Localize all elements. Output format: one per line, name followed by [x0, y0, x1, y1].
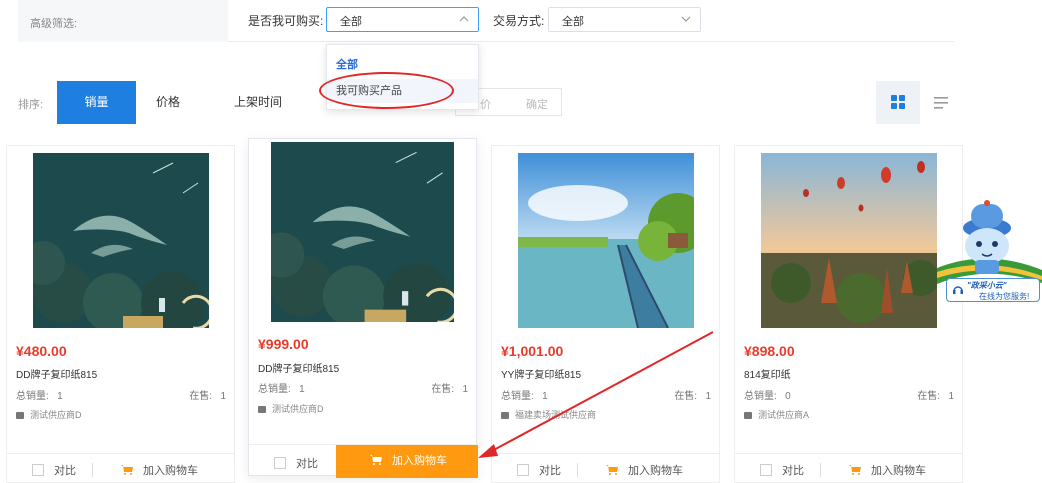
total-sales: 总销量: 1 [501, 391, 548, 402]
can-buy-select[interactable]: 全部 [326, 7, 479, 32]
divider [820, 463, 821, 477]
trade-method-select[interactable]: 全部 [548, 7, 701, 32]
price-range-input[interactable]: 价 [480, 96, 491, 112]
add-to-cart-button[interactable]: 加入购物车 [336, 445, 478, 478]
sort-label: 排序: [18, 99, 44, 111]
checkbox-icon [32, 464, 44, 476]
product-name[interactable]: DD牌子复印纸815 [16, 366, 97, 381]
card-footer: 对比 加入购物车 [735, 453, 962, 483]
card-footer: 对比 加入购物车 [7, 453, 234, 483]
total-sales: 总销量: 0 [744, 391, 791, 402]
trade-method-select-value: 全部 [562, 16, 584, 28]
product-card[interactable]: ¥1,001.00 YY牌子复印纸815 总销量: 1 在售: 1 福建卖场测试… [491, 145, 720, 483]
supplier-name[interactable]: 测试供应商D [258, 402, 324, 415]
product-image-balloons[interactable] [761, 153, 937, 328]
compare-checkbox[interactable]: 对比 [274, 455, 318, 471]
product-name[interactable]: YY牌子复印纸815 [501, 366, 581, 381]
mascot-name: "政采小云" [967, 281, 1007, 290]
advanced-filter-bar: 高级筛选: 是否我可购买: 全部 交易方式: 全部 [18, 0, 954, 42]
product-price: ¥999.00 [258, 336, 309, 352]
compare-checkbox[interactable]: 对比 [517, 462, 561, 478]
cart-icon [370, 455, 382, 465]
product-image-boardwalk[interactable] [518, 153, 694, 328]
list-view-icon[interactable] [932, 94, 950, 112]
cart-icon [606, 465, 618, 475]
cart-icon [121, 465, 133, 475]
on-sale-count: 在售: 1 [674, 391, 711, 402]
sort-by-price-button[interactable]: 价格 [140, 81, 196, 124]
product-price: ¥898.00 [744, 343, 795, 359]
card-footer: 对比 加入购物车 [492, 453, 719, 483]
product-price: ¥1,001.00 [501, 343, 564, 359]
filter-title-box: 高级筛选: [18, 0, 228, 42]
price-range-confirm-button[interactable]: 确定 [526, 96, 548, 112]
filter-title: 高级筛选: [30, 18, 78, 30]
product-name[interactable]: DD牌子复印纸815 [258, 360, 339, 375]
supplier-name[interactable]: 测试供应商D [16, 408, 82, 421]
product-price: ¥480.00 [16, 343, 67, 359]
store-icon [16, 412, 24, 420]
grid-icon [891, 95, 905, 109]
checkbox-icon [517, 464, 529, 476]
product-listing-page: 高级筛选: 是否我可购买: 全部 交易方式: 全部 全部 我可购买产品 排序: … [0, 0, 1042, 483]
card-footer: 对比 加入购物车 [249, 444, 478, 478]
total-sales: 总销量: 1 [258, 384, 305, 395]
headset-icon [953, 286, 963, 294]
add-to-cart-button[interactable]: 加入购物车 [121, 462, 198, 478]
product-card[interactable]: ¥898.00 814复印纸 总销量: 0 在售: 1 测试供应商A 对比 加入… [734, 145, 963, 483]
product-card[interactable]: ¥480.00 DD牌子复印纸815 总销量: 1 在售: 1 测试供应商D 对… [6, 145, 235, 483]
grid-view-button[interactable] [876, 81, 920, 124]
mascot-service-text: 在线为您服务! [979, 292, 1030, 301]
supplier-name[interactable]: 测试供应商A [744, 408, 809, 421]
product-name[interactable]: 814复印纸 [744, 366, 791, 381]
trade-method-label: 交易方式: [493, 14, 545, 28]
on-sale-count: 在售: 1 [189, 391, 226, 402]
compare-checkbox[interactable]: 对比 [32, 462, 76, 478]
divider [577, 463, 578, 477]
annotation-highlight-oval [319, 72, 454, 109]
store-icon [258, 406, 266, 414]
divider [92, 463, 93, 477]
add-to-cart-button[interactable]: 加入购物车 [606, 462, 683, 478]
sort-by-sales-button[interactable]: 销量 [57, 81, 136, 124]
compare-checkbox[interactable]: 对比 [760, 462, 804, 478]
product-image-dolphins[interactable] [271, 142, 454, 322]
checkbox-icon [274, 457, 286, 469]
on-sale-count: 在售: 1 [431, 384, 468, 395]
product-card-hovered[interactable]: ¥999.00 DD牌子复印纸815 总销量: 1 在售: 1 测试供应商D 对… [248, 138, 478, 478]
chevron-down-icon [681, 16, 691, 22]
can-buy-label: 是否我可购买: [248, 14, 324, 28]
product-image-dolphins[interactable] [33, 153, 209, 328]
mascot-speech-bubble[interactable]: "政采小云" 在线为您服务! [946, 278, 1040, 302]
sort-by-listing-time-button[interactable]: 上架时间 [226, 81, 290, 124]
checkbox-icon [760, 464, 772, 476]
on-sale-count: 在售: 1 [917, 391, 954, 402]
total-sales: 总销量: 1 [16, 391, 63, 402]
can-buy-select-value: 全部 [340, 16, 362, 28]
supplier-name[interactable]: 福建卖场测试供应商 [501, 408, 596, 421]
cart-icon [849, 465, 861, 475]
store-icon [744, 412, 752, 420]
store-icon [501, 412, 509, 420]
add-to-cart-button[interactable]: 加入购物车 [849, 462, 926, 478]
chevron-up-icon [459, 16, 469, 22]
